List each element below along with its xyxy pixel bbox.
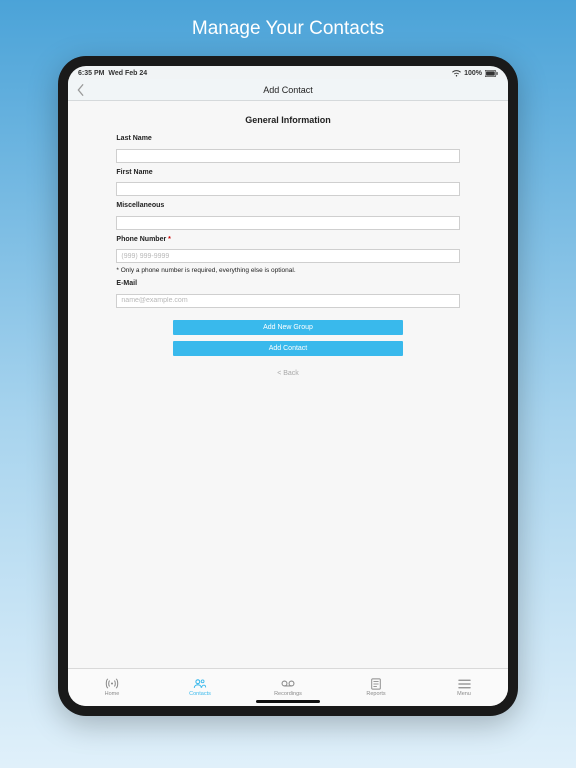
phone-label: Phone Number *: [116, 236, 459, 243]
tab-menu[interactable]: Menu: [420, 669, 508, 706]
status-bar: 6:35 PM Wed Feb 24 100%: [68, 66, 508, 79]
status-left: 6:35 PM Wed Feb 24: [78, 70, 147, 77]
back-button[interactable]: [76, 83, 86, 97]
last-name-label: Last Name: [116, 135, 459, 142]
email-label: E-Mail: [116, 280, 459, 287]
screen: 6:35 PM Wed Feb 24 100% Add Contact Gene…: [68, 66, 508, 706]
misc-label: Miscellaneous: [116, 202, 459, 209]
tab-home[interactable]: Home: [68, 669, 156, 706]
tablet-frame: 6:35 PM Wed Feb 24 100% Add Contact Gene…: [58, 56, 518, 716]
misc-field[interactable]: [116, 216, 459, 230]
tab-label: Recordings: [274, 691, 302, 697]
contacts-icon: [193, 678, 207, 689]
nav-bar: Add Contact: [68, 79, 508, 101]
phone-field[interactable]: [116, 249, 459, 263]
tab-label: Contacts: [189, 691, 211, 697]
first-name-label: First Name: [116, 169, 459, 176]
menu-icon: [457, 678, 471, 689]
voicemail-icon: [281, 678, 295, 689]
form: Last Name First Name Miscellaneous Phone…: [116, 135, 459, 377]
wifi-icon: [452, 70, 461, 77]
reports-icon: [369, 678, 383, 689]
broadcast-icon: [105, 678, 119, 689]
nav-title: Add Contact: [68, 85, 508, 95]
add-group-button[interactable]: Add New Group: [173, 320, 403, 335]
battery-icon: [485, 70, 498, 77]
battery-text: 100%: [464, 70, 482, 77]
tab-label: Reports: [366, 691, 385, 697]
status-right: 100%: [452, 70, 498, 77]
tab-contacts[interactable]: Contacts: [156, 669, 244, 706]
required-asterisk: *: [168, 236, 171, 243]
email-field[interactable]: [116, 294, 459, 308]
tab-label: Home: [105, 691, 120, 697]
last-name-field[interactable]: [116, 149, 459, 163]
first-name-field[interactable]: [116, 182, 459, 196]
add-contact-button[interactable]: Add Contact: [173, 341, 403, 356]
phone-hint: * Only a phone number is required, every…: [116, 267, 459, 274]
back-link[interactable]: < Back: [116, 370, 459, 377]
status-time: 6:35 PM: [78, 70, 104, 77]
tab-label: Menu: [457, 691, 471, 697]
content: General Information Last Name First Name…: [68, 101, 508, 668]
tab-reports[interactable]: Reports: [332, 669, 420, 706]
section-title: General Information: [68, 109, 508, 135]
hero-title: Manage Your Contacts: [192, 18, 384, 40]
home-indicator[interactable]: [256, 700, 320, 703]
status-date: Wed Feb 24: [108, 70, 147, 77]
